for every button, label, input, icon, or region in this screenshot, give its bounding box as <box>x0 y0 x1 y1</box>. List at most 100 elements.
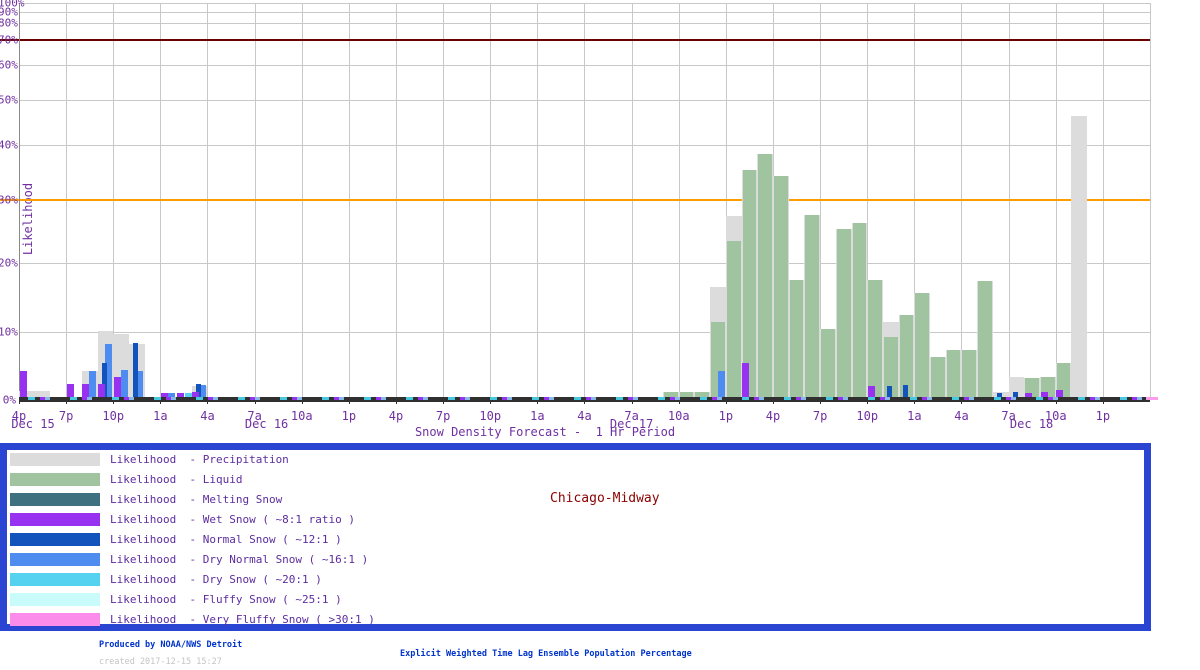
x-tick-mark <box>914 400 915 404</box>
legend-swatch-precip <box>10 453 100 466</box>
legend-swatch-normal <box>10 533 100 546</box>
x-date-label: Dec 15 <box>11 417 54 431</box>
x-tick-mark <box>349 400 350 404</box>
bar-liquid-h52 <box>837 229 851 400</box>
bar-normal-h7 <box>133 343 138 400</box>
y-tick-label: 50% <box>0 94 16 107</box>
legend-label-fluffy: Likelihood - Fluffy Snow ( ~25:1 ) <box>110 593 342 606</box>
bar-liquid-h58 <box>931 357 945 400</box>
x-tick-label: 1p <box>719 409 733 423</box>
y-tick-label: 60% <box>0 59 16 72</box>
x-tick-label: 10a <box>291 409 313 423</box>
x-tick-mark <box>66 400 67 404</box>
x-tick-label: 10p <box>479 409 501 423</box>
gridline-vertical <box>584 3 585 400</box>
gridline-vertical <box>961 3 962 400</box>
bar-dry-normal-h44 <box>718 371 725 400</box>
snow-density-forecast-page: Likelihood 4p7p10p1a4a7a10a1p4p7p10p1a4a… <box>0 0 1200 670</box>
bar-liquid-h59 <box>947 350 961 400</box>
x-tick-mark <box>537 400 538 404</box>
x-tick-mark <box>773 400 774 404</box>
bar-wet-h46 <box>742 363 749 400</box>
gridline-vertical <box>349 3 350 400</box>
x-tick-label: 1p <box>1096 409 1110 423</box>
x-tick-mark <box>867 400 868 404</box>
x-tick-mark <box>1056 400 1057 404</box>
gridline-vertical <box>537 3 538 400</box>
x-tick-mark <box>207 400 208 404</box>
gridline-vertical <box>396 3 397 400</box>
bar-liquid-h51 <box>821 329 835 400</box>
x-tick-label: 4p <box>766 409 780 423</box>
y-axis-line <box>19 3 20 400</box>
gridline-vertical <box>160 3 161 400</box>
legend-label-melting: Likelihood - Melting Snow <box>110 493 282 506</box>
bar-liquid-h47 <box>758 154 772 400</box>
x-tick-label: 7p <box>813 409 827 423</box>
y-axis-title: Likelihood <box>21 183 35 255</box>
legend-label-very_fluffy: Likelihood - Very Fluffy Snow ( >30:1 ) <box>110 613 375 626</box>
x-tick-mark <box>113 400 114 404</box>
x-tick-label: 1a <box>153 409 167 423</box>
bar-liquid-h54 <box>868 280 882 400</box>
reference-line-30pct <box>0 199 1150 201</box>
x-tick-mark <box>443 400 444 404</box>
y-tick-label: 20% <box>0 257 16 270</box>
gridline-vertical <box>632 3 633 400</box>
gridline-vertical <box>302 3 303 400</box>
legend-swatch-dry_normal <box>10 553 100 566</box>
x-tick-mark <box>820 400 821 404</box>
gridline-vertical <box>207 3 208 400</box>
legend-swatch-wet <box>10 513 100 526</box>
legend-swatch-melting <box>10 493 100 506</box>
x-tick-label: 1a <box>530 409 544 423</box>
gridline-vertical <box>1009 3 1010 400</box>
y-tick-label: 10% <box>0 326 16 339</box>
x-tick-mark <box>160 400 161 404</box>
x-tick-mark <box>19 400 20 404</box>
legend-swatch-dry <box>10 573 100 586</box>
x-tick-mark <box>679 400 680 404</box>
gridline-vertical <box>679 3 680 400</box>
bar-liquid-h49 <box>790 280 804 400</box>
gridline-vertical <box>1103 3 1104 400</box>
legend-label-wet: Likelihood - Wet Snow ( ~8:1 ratio ) <box>110 513 355 526</box>
legend-label-liquid: Likelihood - Liquid <box>110 473 242 486</box>
y-tick-label: 100% <box>0 0 16 10</box>
chart-plot-area: Likelihood 4p7p10p1a4a7a10a1p4p7p10p1a4a… <box>0 0 1200 443</box>
x-tick-label: 1p <box>342 409 356 423</box>
x-tick-mark <box>632 400 633 404</box>
x-tick-label: 4a <box>577 409 591 423</box>
x-tick-mark <box>255 400 256 404</box>
bar-dry-normal-h4 <box>89 371 96 400</box>
x-tick-label: 10p <box>102 409 124 423</box>
bar-liquid-h48 <box>774 176 788 400</box>
x-tick-label: 4a <box>200 409 214 423</box>
gridline-vertical <box>66 3 67 400</box>
bar-liquid-h53 <box>853 223 867 400</box>
zero-trace-pink-dash <box>1146 397 1158 400</box>
bar-liquid-h50 <box>805 215 819 400</box>
bar-liquid-h45 <box>727 241 741 400</box>
legend-box: Likelihood - Precipitation Likelihood - L… <box>0 443 1151 631</box>
bar-liquid-h57 <box>915 293 929 400</box>
x-date-label: Dec 16 <box>245 417 288 431</box>
footer-method-label: Explicit Weighted Time Lag Ensemble Popu… <box>400 649 692 659</box>
footer-produced-by: Produced by NOAA/NWS Detroit <box>99 640 242 650</box>
y-tick-label: 70% <box>0 34 16 47</box>
x-tick-mark <box>584 400 585 404</box>
gridline-vertical <box>490 3 491 400</box>
x-axis-title: Snow Density Forecast - 1 Hr Period <box>415 425 675 439</box>
bar-wet-h0 <box>20 371 27 400</box>
legend-label-precip: Likelihood - Precipitation <box>110 453 289 466</box>
footer-created-timestamp: created 2017-12-15 15:27 <box>99 657 222 667</box>
x-tick-mark <box>490 400 491 404</box>
bar-liquid-h60 <box>962 350 976 400</box>
bar-precip-h67 <box>1071 116 1087 400</box>
x-tick-label: 7p <box>59 409 73 423</box>
x-tick-label: 7p <box>436 409 450 423</box>
y-tick-label: 40% <box>0 139 16 152</box>
legend-swatch-fluffy <box>10 593 100 606</box>
x-tick-mark <box>396 400 397 404</box>
x-tick-mark <box>302 400 303 404</box>
